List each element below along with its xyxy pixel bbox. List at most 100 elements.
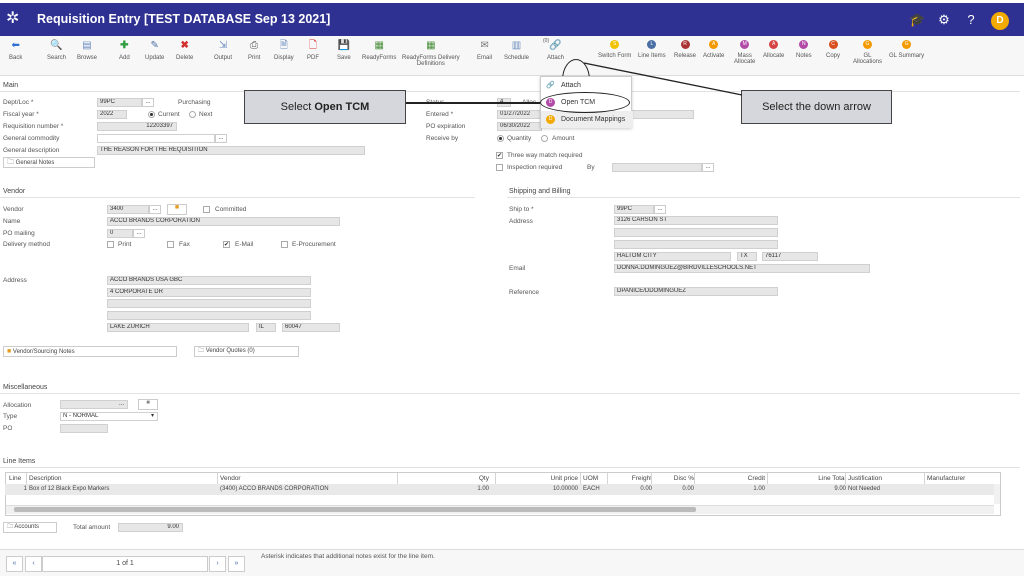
readyforms-delivery-button[interactable]: ▦ ReadyForms Delivery Definitions [402, 40, 460, 67]
pdf-button[interactable]: 🗋 PDF [307, 40, 319, 61]
release-button[interactable]: R Release [674, 40, 696, 59]
ship-to-lookup-button[interactable]: ... [654, 205, 666, 214]
vendor-city-field[interactable]: LAKE ZURICH [107, 323, 249, 332]
column-header[interactable]: Disc % [654, 475, 694, 482]
document-mappings-menu-item[interactable]: D Document Mappings [541, 111, 633, 128]
notes-button[interactable]: N Notes [796, 40, 812, 59]
schedule-button[interactable]: ▥ Schedule [504, 40, 529, 61]
column-header[interactable]: Manufacturer [927, 475, 999, 482]
vendor-name-field[interactable]: ACCO BRANDS CORPORATION [107, 217, 340, 226]
column-header[interactable]: Line Total [770, 475, 846, 482]
entered-field[interactable]: 01/27/2022 [497, 110, 542, 119]
dept-loc-lookup-button[interactable]: ... [142, 98, 154, 107]
ship-address-line1[interactable]: 3126 CARSON ST [614, 216, 778, 225]
vendor-field[interactable]: 3400 [107, 205, 149, 214]
graduation-cap-icon[interactable]: 🎓 [909, 12, 925, 28]
column-header[interactable]: Credit [697, 475, 765, 482]
first-page-button[interactable]: « [6, 556, 23, 572]
column-header[interactable]: UOM [583, 475, 609, 482]
ship-city-field[interactable]: HALTOM CITY [614, 252, 731, 261]
avatar[interactable]: D [991, 12, 1009, 30]
general-description-field[interactable]: THE REASON FOR THE REQUISITION [97, 146, 365, 155]
vendor-address-line4[interactable] [107, 311, 311, 320]
ship-to-field[interactable]: 99PC [614, 205, 654, 214]
committed-checkbox[interactable] [203, 206, 210, 213]
email-checkbox[interactable]: ✔ [223, 241, 230, 248]
update-button[interactable]: ✎ Update [145, 40, 164, 61]
column-header[interactable]: Vendor [220, 475, 400, 482]
allocate-button[interactable]: A Allocate [763, 40, 784, 59]
print-checkbox[interactable] [107, 241, 114, 248]
po-mailing-field[interactable]: 0 [107, 229, 133, 238]
general-commodity-field[interactable] [97, 134, 215, 143]
fax-checkbox[interactable] [167, 241, 174, 248]
inspection-by-field[interactable] [612, 163, 702, 172]
delete-button[interactable]: ✖ Delete [176, 40, 193, 61]
column-header[interactable]: Description [29, 475, 219, 482]
eprocurement-checkbox[interactable] [281, 241, 288, 248]
help-icon[interactable]: ? [963, 12, 979, 28]
prev-page-button[interactable]: ‹ [25, 556, 42, 572]
vendor-address-line3[interactable] [107, 299, 311, 308]
ship-email-field[interactable]: DONNA.DOMINGUEZ@BIRDVILLESCHOOLS.NET [614, 264, 870, 273]
po-field[interactable] [60, 424, 108, 433]
display-button[interactable]: 🗎 Display [274, 40, 294, 61]
vendor-zip-field[interactable]: 60047 [282, 323, 340, 332]
gl-summary-button[interactable]: G GL Summary [889, 40, 924, 59]
next-radio[interactable] [189, 111, 196, 118]
vendor-quotes-button[interactable]: 🗀 Vendor Quotes (0) [194, 346, 299, 357]
next-page-button[interactable]: › [209, 556, 226, 572]
last-page-button[interactable]: » [228, 556, 245, 572]
inspection-checkbox[interactable] [496, 164, 503, 171]
general-notes-button[interactable]: 🗀 General Notes [3, 157, 95, 168]
fiscal-year-field[interactable]: 2022 [97, 110, 127, 119]
ship-zip-field[interactable]: 76117 [762, 252, 818, 261]
line-items-button[interactable]: L Line Items [638, 40, 666, 59]
column-header[interactable]: Justification [848, 475, 926, 482]
vendor-folder-button[interactable]: ■ [167, 204, 187, 215]
vendor-lookup-button[interactable]: ... [149, 205, 161, 214]
browse-button[interactable]: ▤ Browse [77, 40, 97, 61]
column-header[interactable]: Freight [610, 475, 652, 482]
column-header[interactable]: Qty [400, 475, 489, 482]
output-button[interactable]: ⇲ Output [214, 40, 232, 61]
amount-radio[interactable] [541, 135, 548, 142]
allocation-field[interactable]: ... [60, 400, 128, 409]
back-button[interactable]: ⬅ Back [9, 40, 22, 61]
search-button[interactable]: 🔍 Search [47, 40, 66, 61]
switch-form-button[interactable]: S Switch Form [598, 40, 631, 59]
gear-icon[interactable]: ⚙ [936, 12, 952, 28]
email-button[interactable]: ✉ Email [477, 40, 492, 61]
vendor-address-line1[interactable]: ACCO BRANDS USA GBC [107, 276, 311, 285]
mass-allocate-button[interactable]: M Mass Allocate [734, 40, 755, 65]
allocation-folder-button[interactable]: ■ [138, 399, 158, 410]
type-select[interactable]: N - NORMAL ▾ [60, 412, 158, 421]
vertical-scrollbar[interactable] [994, 484, 1000, 504]
reference-field[interactable]: DPANICE/DDOMINGUEZ [614, 287, 778, 296]
activate-button[interactable]: A Activate [703, 40, 724, 59]
column-header[interactable]: Unit price [498, 475, 578, 482]
general-commodity-lookup-button[interactable]: ... [215, 134, 227, 143]
add-button[interactable]: ✚ Add [119, 40, 130, 61]
gl-allocations-button[interactable]: G GL Allocations [853, 40, 882, 65]
current-radio[interactable] [148, 111, 155, 118]
save-button[interactable]: 💾 Save [337, 40, 351, 61]
quantity-radio[interactable] [497, 135, 504, 142]
print-button[interactable]: ⎙ Print [248, 40, 260, 61]
vendor-state-field[interactable]: IL [256, 323, 276, 332]
attach-button[interactable]: 🔗 Attach [547, 40, 564, 61]
column-header[interactable]: Line [9, 475, 27, 482]
po-mailing-lookup-button[interactable]: ... [133, 229, 145, 238]
copy-button[interactable]: C Copy [826, 40, 840, 59]
req-number-field[interactable]: 12203397 [97, 122, 177, 131]
vendor-address-line2[interactable]: 4 CORPORATE DR [107, 288, 311, 297]
inspection-by-lookup-button[interactable]: ... [702, 163, 714, 172]
three-way-checkbox[interactable]: ✔ [496, 152, 503, 159]
ship-address-line2[interactable] [614, 228, 778, 237]
horizontal-scrollbar-thumb[interactable] [14, 507, 696, 512]
ship-address-line3[interactable] [614, 240, 778, 249]
accounts-button[interactable]: 🗀 Accounts [3, 522, 57, 533]
readyforms-button[interactable]: ▦ ReadyForms [362, 40, 396, 61]
vendor-sourcing-notes-button[interactable]: ■ Vendor/Sourcing Notes [3, 346, 177, 357]
dept-loc-field[interactable]: 99PC [97, 98, 142, 107]
